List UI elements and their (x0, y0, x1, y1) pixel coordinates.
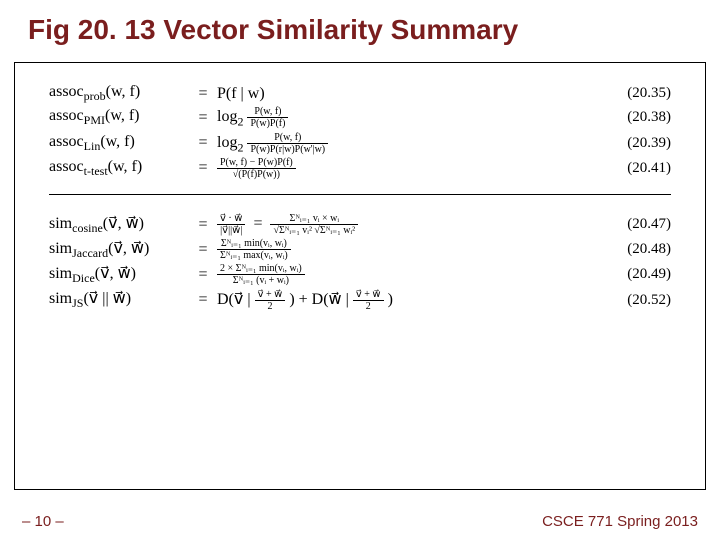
fn-sub: Jaccard (72, 246, 108, 260)
d-mid: ) + D(w⃗ | (289, 291, 349, 308)
eq-tag: (20.41) (601, 160, 671, 177)
frac-den: 2 (353, 301, 384, 312)
fn-args: (v⃗, w⃗) (103, 215, 144, 232)
fn-name: sim (49, 265, 72, 282)
eq-tag: (20.39) (601, 135, 671, 152)
frac-num: P(w, f) (247, 132, 328, 144)
fn-sub: JS (72, 297, 83, 311)
frac-den: 2 (255, 301, 286, 312)
fn-name: sim (49, 215, 72, 232)
equals: = (189, 134, 217, 152)
frac-num: v⃗ + w⃗ (353, 289, 384, 301)
fn-sub: Dice (72, 271, 95, 285)
eq-row: simcosine(v⃗, w⃗) = v⃗ · w⃗|v⃗||w⃗| = Σᴺ… (49, 213, 671, 236)
eq-row: assocprob(w, f) = P(f | w) (20.35) (49, 83, 671, 104)
equals: = (189, 291, 217, 309)
sim-section: simcosine(v⃗, w⃗) = v⃗ · w⃗|v⃗||w⃗| = Σᴺ… (49, 213, 671, 312)
fn-args: (w, f) (108, 158, 143, 175)
rhs: P(f | w) (217, 85, 601, 103)
fn-args: (v⃗, w⃗) (108, 240, 149, 257)
rhs: P(w, f) − P(w)P(f)√(P(f)P(w)) (217, 157, 601, 180)
fn-name: assoc (49, 83, 84, 100)
section-divider (49, 194, 671, 195)
fn-sub: cosine (72, 221, 103, 235)
equals: = (189, 159, 217, 177)
rhs: log2 P(w, f)P(w)P(f) (217, 106, 601, 129)
frac-den: P(w)P(r|w)P(w'|w) (247, 144, 328, 155)
eq-tag: (20.48) (601, 241, 671, 258)
frac-num: v⃗ + w⃗ (255, 289, 286, 301)
eq-tag: (20.47) (601, 216, 671, 233)
fn-name: assoc (49, 107, 84, 124)
log-base: 2 (237, 140, 243, 154)
d-suffix: ) (388, 291, 393, 308)
equation-box: assocprob(w, f) = P(f | w) (20.35) assoc… (14, 62, 706, 490)
frac-den: √Σᴺᵢ₌₁ vᵢ² √Σᴺᵢ₌₁ wᵢ² (270, 225, 358, 236)
rhs: Σᴺᵢ₌₁ min(vᵢ, wᵢ)Σᴺᵢ₌₁ max(vᵢ, wᵢ) (217, 238, 601, 261)
fn-name: sim (49, 290, 72, 307)
frac-den: P(w)P(f) (247, 118, 288, 129)
eq-row: simDice(v⃗, w⃗) = 2 × Σᴺᵢ₌₁ min(vᵢ, wᵢ)Σ… (49, 263, 671, 286)
frac-num: Σᴺᵢ₌₁ vᵢ × wᵢ (270, 213, 358, 225)
fn-sub: Lin (84, 139, 101, 153)
log-prefix: log (217, 134, 237, 151)
d-prefix: D(v⃗ | (217, 291, 251, 308)
frac-num: P(w, f) (247, 106, 288, 118)
eq-row: assoct-test(w, f) = P(w, f) − P(w)P(f)√(… (49, 157, 671, 180)
frac-den: √(P(f)P(w)) (217, 169, 296, 180)
rhs: v⃗ · w⃗|v⃗||w⃗| = Σᴺᵢ₌₁ vᵢ × wᵢ√Σᴺᵢ₌₁ vᵢ… (217, 213, 601, 236)
fn-sub: PMI (84, 113, 105, 127)
eq-row: simJS(v⃗ || w⃗) = D(v⃗ | v⃗ + w⃗2 ) + D(… (49, 288, 671, 311)
frac-num: Σᴺᵢ₌₁ min(vᵢ, wᵢ) (217, 238, 291, 250)
eq-tag: (20.52) (601, 292, 671, 309)
frac-den: |v⃗||w⃗| (217, 225, 245, 236)
equals: = (189, 85, 217, 103)
rhs: log2 P(w, f)P(w)P(r|w)P(w'|w) (217, 132, 601, 155)
fn-args: (v⃗ || w⃗) (83, 290, 131, 307)
eq-row: assocPMI(w, f) = log2 P(w, f)P(w)P(f) (2… (49, 106, 671, 129)
rhs: D(v⃗ | v⃗ + w⃗2 ) + D(w⃗ | v⃗ + w⃗2 ) (217, 289, 601, 312)
fn-name: assoc (49, 158, 84, 175)
fn-name: sim (49, 240, 72, 257)
fn-sub: t-test (84, 164, 108, 178)
eq-tag: (20.35) (601, 85, 671, 102)
equals: = (189, 216, 217, 234)
fn-args: (v⃗, w⃗) (95, 265, 136, 282)
slide-footer: – 10 – CSCE 771 Spring 2013 (0, 513, 720, 530)
eq-row: simJaccard(v⃗, w⃗) = Σᴺᵢ₌₁ min(vᵢ, wᵢ)Σᴺ… (49, 238, 671, 261)
eq-tag: (20.49) (601, 266, 671, 283)
frac-num: v⃗ · w⃗ (217, 213, 245, 225)
fn-args: (w, f) (106, 83, 141, 100)
assoc-section: assocprob(w, f) = P(f | w) (20.35) assoc… (49, 83, 671, 180)
course-label: CSCE 771 Spring 2013 (542, 513, 698, 530)
frac-den: Σᴺᵢ₌₁ (vᵢ + wᵢ) (217, 275, 305, 286)
frac-num: 2 × Σᴺᵢ₌₁ min(vᵢ, wᵢ) (217, 263, 305, 275)
equals: = (189, 241, 217, 259)
page-number: – 10 – (22, 513, 64, 530)
equals: = (189, 266, 217, 284)
rhs: 2 × Σᴺᵢ₌₁ min(vᵢ, wᵢ)Σᴺᵢ₌₁ (vᵢ + wᵢ) (217, 263, 601, 286)
fn-sub: prob (84, 89, 106, 103)
log-base: 2 (237, 115, 243, 129)
fn-args: (w, f) (100, 133, 135, 150)
fn-args: (w, f) (105, 107, 140, 124)
slide-title: Fig 20. 13 Vector Similarity Summary (0, 0, 720, 52)
eq-tag: (20.38) (601, 109, 671, 126)
equals: = (189, 109, 217, 127)
fn-name: assoc (49, 133, 84, 150)
log-prefix: log (217, 108, 237, 125)
eq-row: assocLin(w, f) = log2 P(w, f)P(w)P(r|w)P… (49, 132, 671, 155)
frac-num: P(w, f) − P(w)P(f) (217, 157, 296, 169)
frac-den: Σᴺᵢ₌₁ max(vᵢ, wᵢ) (217, 250, 291, 261)
